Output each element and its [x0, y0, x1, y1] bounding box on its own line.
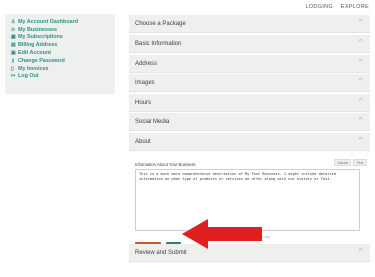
chevron-up-icon[interactable]: ^ — [358, 137, 362, 144]
sidebar-item-subscriptions[interactable]: ▦ My Subscriptions — [11, 34, 115, 42]
sidebar-item-invoices[interactable]: ▯ My Invoices — [11, 65, 115, 73]
section-title: Basic Information — [135, 40, 182, 47]
sidebar-item-label: My Account Dashboard — [18, 18, 79, 25]
section-about[interactable]: About ^ — [129, 133, 370, 151]
visual-editor-tab[interactable]: Visual — [334, 159, 351, 166]
sidebar-item-label: Billing Address — [18, 42, 58, 49]
section-title: Images — [135, 79, 155, 86]
section-social-media[interactable]: Social Media ^ — [129, 113, 370, 131]
sidebar-item-billing-address[interactable]: ▤ Billing Address — [11, 41, 115, 49]
sidebar-item-log-out[interactable]: ↦ Log Out — [11, 73, 115, 81]
nav-link-explore[interactable]: EXPLORE — [341, 4, 369, 10]
dashboard-icon: ♙ — [11, 18, 16, 25]
chevron-up-icon[interactable]: ^ — [358, 98, 362, 105]
section-title: About — [135, 138, 151, 145]
sidebar-item-label: Edit Account — [18, 50, 52, 57]
chevron-up-icon[interactable]: ^ — [358, 248, 362, 255]
sidebar-item-label: Change Password — [18, 57, 65, 64]
billing-icon: ▤ — [11, 42, 16, 49]
section-choose-package[interactable]: Choose a Package ^ — [129, 15, 370, 33]
sidebar-item-change-password[interactable]: ⚷ Change Password — [11, 57, 115, 65]
chevron-up-icon[interactable]: ^ — [358, 117, 362, 124]
text-editor-tab[interactable]: Text — [353, 159, 367, 166]
section-images[interactable]: Images ^ — [129, 74, 370, 92]
section-address[interactable]: Address ^ — [129, 55, 370, 73]
location-icon: ⊙ — [11, 26, 16, 33]
sidebar-item-label: My Invoices — [18, 65, 49, 72]
sidebar-item-label: Log Out — [18, 73, 39, 80]
edit-account-icon: ▣ — [11, 50, 16, 57]
key-icon: ⚷ — [11, 57, 15, 64]
section-hours[interactable]: Hours ^ — [129, 94, 370, 112]
account-sidebar: ♙ My Account Dashboard ⊙ My Businesses ▦ My… — [5, 14, 115, 94]
chevron-up-icon[interactable]: ^ — [358, 19, 362, 26]
section-basic-information[interactable]: Basic Information ^ — [129, 35, 370, 53]
section-title: Review and Submit — [135, 249, 187, 256]
section-title: Social Media — [135, 118, 170, 125]
logout-icon: ↦ — [11, 73, 16, 80]
sidebar-item-label: My Subscriptions — [18, 34, 63, 41]
invoices-icon: ▯ — [11, 65, 14, 72]
chevron-up-icon[interactable]: ^ — [358, 59, 362, 66]
section-title: Hours — [135, 99, 152, 106]
sidebar-item-edit-account[interactable]: ▣ Edit Account — [11, 49, 115, 57]
chevron-up-icon[interactable]: ^ — [358, 39, 362, 46]
chevron-up-icon[interactable]: ^ — [358, 78, 362, 85]
about-field-label: Information About Your Business — [135, 162, 196, 167]
top-navigation: LODGING EXPLORE — [305, 4, 369, 10]
section-title: Choose a Package — [135, 20, 186, 27]
nav-link-lodging[interactable]: LODGING — [305, 4, 332, 10]
subscriptions-icon: ▦ — [11, 34, 16, 41]
sidebar-item-label: My Businesses — [18, 26, 57, 33]
sidebar-item-dashboard[interactable]: ♙ My Account Dashboard — [11, 18, 115, 26]
sidebar-item-businesses[interactable]: ⊙ My Businesses — [11, 26, 115, 34]
red-pointer-arrow-icon — [182, 219, 262, 249]
section-title: Address — [135, 60, 158, 67]
